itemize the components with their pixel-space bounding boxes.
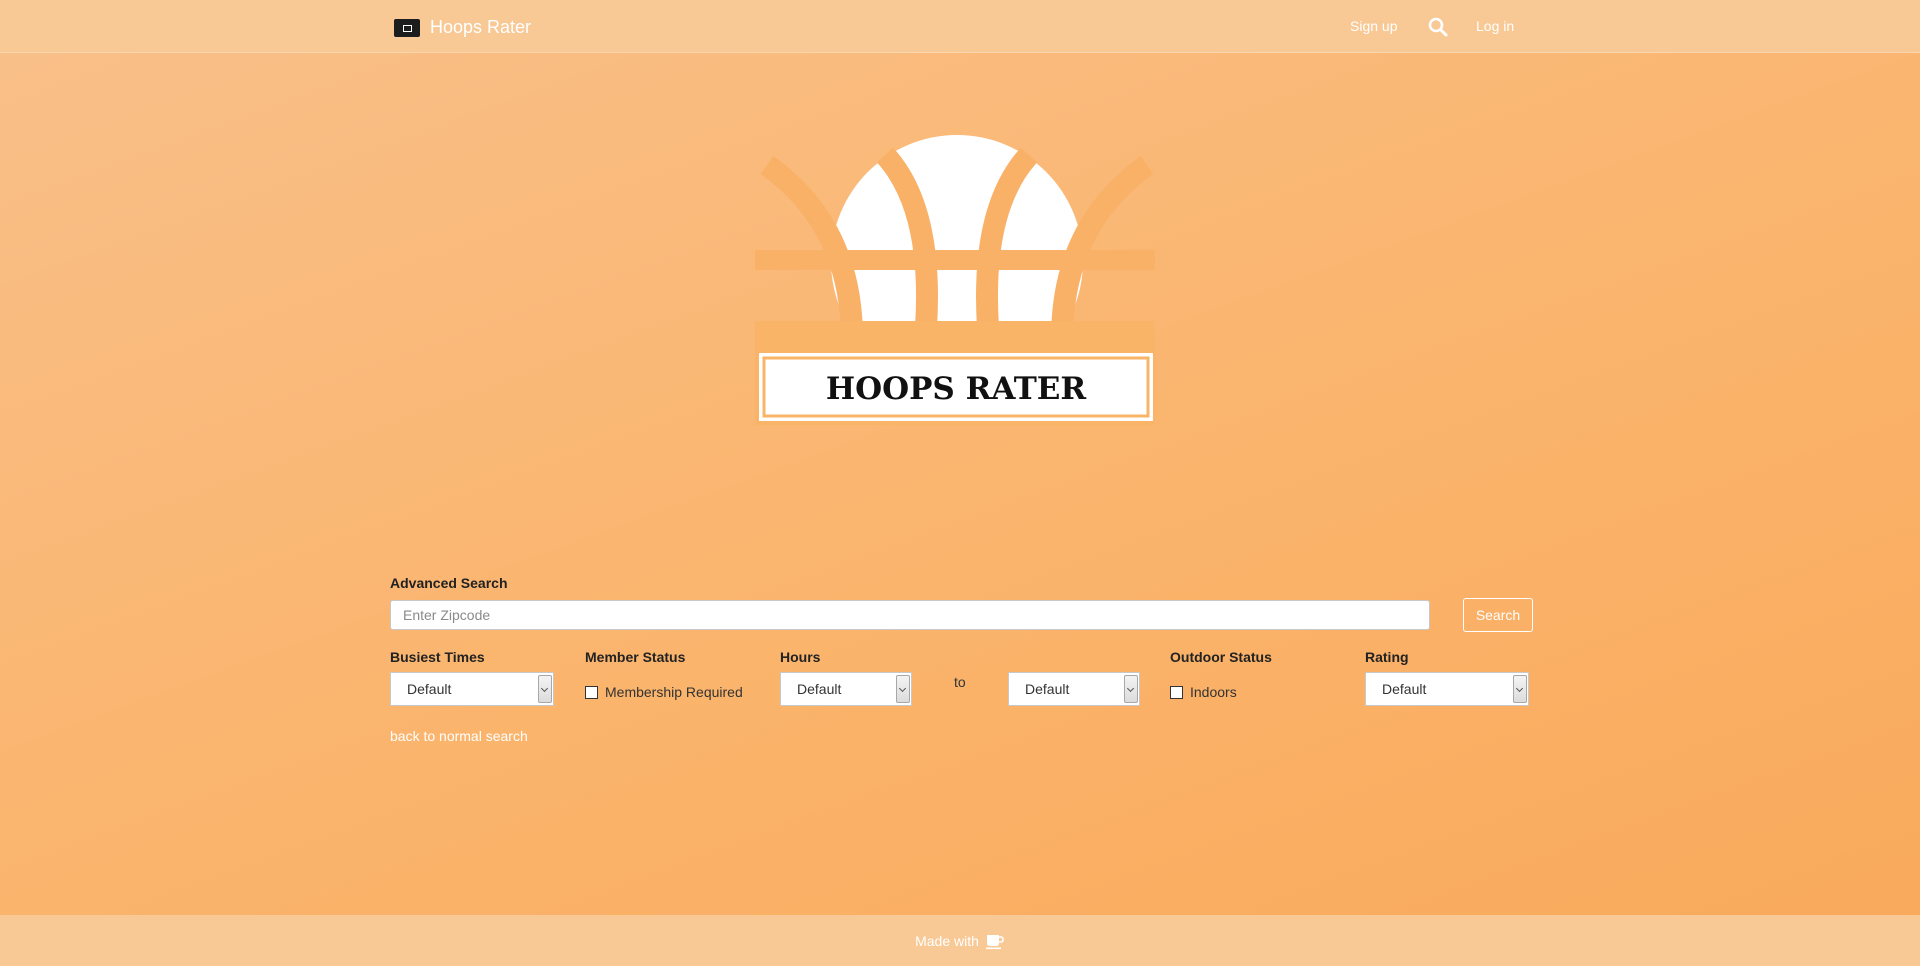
chevron-down-icon xyxy=(538,675,552,703)
hours-label: Hours xyxy=(780,649,821,665)
indoors-option[interactable]: Indoors xyxy=(1170,684,1237,700)
hours-to-value: Default xyxy=(1025,681,1070,697)
indoors-checkbox[interactable] xyxy=(1170,685,1183,699)
hours-to-select[interactable]: Default xyxy=(1008,672,1140,706)
login-link[interactable]: Log in xyxy=(1476,18,1514,34)
rating-select[interactable]: Default xyxy=(1365,672,1529,706)
membership-required-label: Membership Required xyxy=(605,684,743,700)
rating-value: Default xyxy=(1382,681,1427,697)
chevron-down-icon xyxy=(1124,675,1138,703)
hours-from-select[interactable]: Default xyxy=(780,672,912,706)
busiest-times-label: Busiest Times xyxy=(390,649,485,665)
hours-from-value: Default xyxy=(797,681,842,697)
brand-link[interactable]: Hoops Rater xyxy=(394,17,531,38)
chevron-down-icon xyxy=(1513,675,1527,703)
signup-link[interactable]: Sign up xyxy=(1350,18,1397,34)
zipcode-input[interactable] xyxy=(390,600,1430,630)
membership-required-option[interactable]: Membership Required xyxy=(585,684,743,700)
brand-logo-icon xyxy=(394,18,420,37)
busiest-times-value: Default xyxy=(407,681,452,697)
logo-text: HOOPS RATER xyxy=(826,371,1087,407)
search-icon[interactable] xyxy=(1428,17,1448,37)
hoops-rater-logo: HOOPS RATER xyxy=(755,135,1155,425)
back-to-normal-search-link[interactable]: back to normal search xyxy=(390,728,528,744)
membership-required-checkbox[interactable] xyxy=(585,685,598,699)
chevron-down-icon xyxy=(896,675,910,703)
member-status-label: Member Status xyxy=(585,649,686,665)
footer: Made with xyxy=(0,915,1920,966)
navbar: Hoops Rater Sign up Log in xyxy=(0,0,1920,53)
advanced-search-label: Advanced Search xyxy=(390,575,508,591)
outdoor-status-label: Outdoor Status xyxy=(1170,649,1272,665)
footer-text: Made with xyxy=(915,932,979,949)
busiest-times-select[interactable]: Default xyxy=(390,672,554,706)
hours-separator: to xyxy=(954,674,966,690)
indoors-label: Indoors xyxy=(1190,684,1237,700)
coffee-cup-icon xyxy=(985,934,1004,949)
search-button[interactable]: Search xyxy=(1463,598,1533,632)
rating-label: Rating xyxy=(1365,649,1409,665)
brand-name: Hoops Rater xyxy=(430,17,532,37)
